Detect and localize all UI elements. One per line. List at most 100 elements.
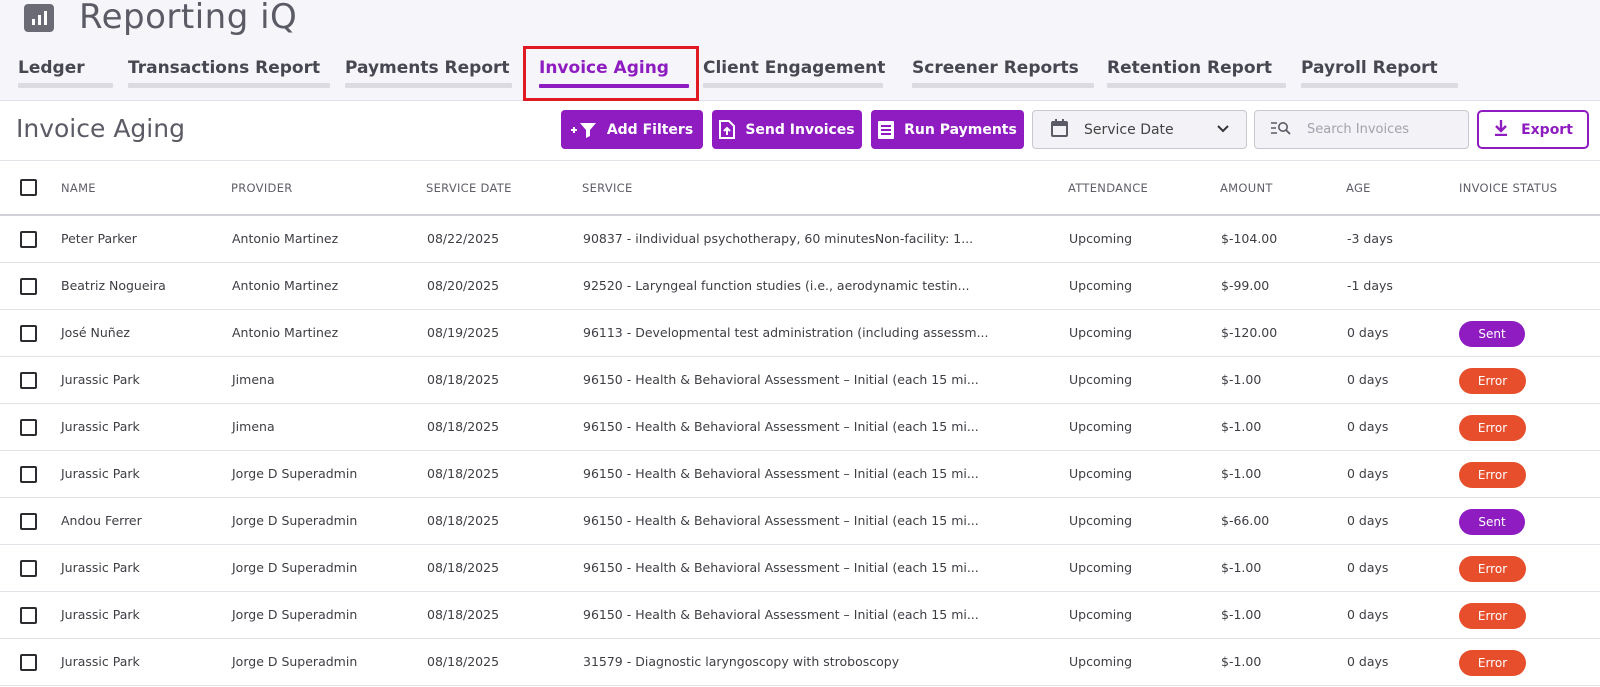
filter-icon: [570, 122, 597, 138]
add-filters-button[interactable]: Add Filters: [561, 110, 703, 149]
export-button[interactable]: Export: [1477, 110, 1589, 149]
column-header-amount[interactable]: AMOUNT: [1220, 181, 1273, 195]
run-payments-button[interactable]: Run Payments: [871, 110, 1024, 149]
file-upload-icon: [719, 120, 736, 139]
cell-name: José Nuñez: [61, 325, 130, 340]
row-checkbox[interactable]: [20, 513, 37, 530]
column-header-invoice-status[interactable]: INVOICE STATUS: [1459, 181, 1557, 195]
cell-service: 92520 - Laryngeal function studies (i.e.…: [583, 278, 970, 293]
app-title: Reporting iQ: [79, 0, 298, 37]
cell-age: 0 days: [1347, 513, 1389, 528]
row-checkbox[interactable]: [20, 560, 37, 577]
cell-service: 96150 - Health & Behavioral Assessment –…: [583, 560, 979, 575]
cell-name: Jurassic Park: [61, 607, 140, 622]
add-filters-label: Add Filters: [606, 121, 694, 138]
tab-label: Screener Reports: [912, 58, 1079, 78]
select-all-checkbox[interactable]: [20, 179, 37, 196]
tab-payments-report[interactable]: Payments Report: [345, 56, 512, 88]
cell-age: 0 days: [1347, 372, 1389, 387]
row-checkbox[interactable]: [20, 372, 37, 389]
status-badge: Error: [1459, 462, 1526, 488]
tab-underline: [912, 83, 1094, 88]
search-box[interactable]: [1254, 110, 1469, 149]
table-row[interactable]: Beatriz Nogueira Antonio Martinez 08/20/20…: [0, 263, 1600, 310]
column-header-attendance[interactable]: ATTENDANCE: [1068, 181, 1148, 195]
calendar-icon: [1051, 118, 1068, 141]
row-checkbox[interactable]: [20, 607, 37, 624]
cell-provider: Jimena: [232, 372, 275, 387]
cell-provider: Jorge D Superadmin: [232, 560, 358, 575]
tab-client-engagement[interactable]: Client Engagement: [703, 56, 886, 88]
tab-transactions-report[interactable]: Transactions Report: [128, 56, 330, 88]
cell-name: Jurassic Park: [61, 560, 140, 575]
cell-attendance: Upcoming: [1069, 278, 1133, 293]
row-checkbox[interactable]: [20, 231, 37, 248]
cell-service: 96150 - Health & Behavioral Assessment –…: [583, 372, 979, 387]
cell-attendance: Upcoming: [1069, 513, 1133, 528]
row-checkbox[interactable]: [20, 654, 37, 671]
search-input[interactable]: [1307, 122, 1457, 137]
cell-service-date: 08/18/2025: [427, 560, 500, 575]
cell-provider: Jorge D Superadmin: [232, 513, 358, 528]
cell-service-date: 08/18/2025: [427, 466, 500, 481]
cell-provider: Antonio Martinez: [232, 231, 339, 246]
cell-amount: $-99.00: [1221, 278, 1270, 293]
tab-label: Ledger: [18, 58, 85, 78]
send-invoices-button[interactable]: Send Invoices: [712, 110, 862, 149]
cell-name: Jurassic Park: [61, 654, 140, 669]
table-row[interactable]: Jurassic Park Jimena 08/18/2025 96150 - Hea…: [0, 404, 1600, 451]
cell-service: 31579 - Diagnostic laryngoscopy with str…: [583, 654, 900, 669]
app-header: Reporting iQ Ledger Transactions Report …: [0, 0, 1600, 101]
tab-label: Payments Report: [345, 58, 510, 78]
cell-service-date: 08/19/2025: [427, 325, 500, 340]
table-row[interactable]: Andou Ferrer Jorge D Superadmin 08/18/2025…: [0, 498, 1600, 545]
document-list-icon: [878, 120, 895, 139]
cell-service-date: 08/18/2025: [427, 513, 500, 528]
table-row[interactable]: Jurassic Park Jimena 08/18/2025 96150 - Hea…: [0, 357, 1600, 404]
chevron-down-icon: [1216, 122, 1230, 140]
status-badge: Error: [1459, 556, 1526, 582]
column-header-service[interactable]: SERVICE: [582, 181, 633, 195]
tab-underline: [345, 83, 512, 88]
cell-service: 96113 - Developmental test administratio…: [583, 325, 989, 340]
service-date-value: Service Date: [1084, 121, 1174, 138]
tab-underline: [18, 83, 113, 88]
tab-ledger[interactable]: Ledger: [18, 56, 113, 88]
cell-service-date: 08/18/2025: [427, 419, 500, 434]
row-checkbox[interactable]: [20, 325, 37, 342]
tab-screener-reports[interactable]: Screener Reports: [912, 56, 1094, 88]
column-header-name[interactable]: NAME: [61, 181, 96, 195]
row-checkbox[interactable]: [20, 419, 37, 436]
cell-provider: Jorge D Superadmin: [232, 654, 358, 669]
cell-service: 96150 - Health & Behavioral Assessment –…: [583, 466, 979, 481]
column-header-age[interactable]: AGE: [1346, 181, 1371, 195]
cell-attendance: Upcoming: [1069, 560, 1133, 575]
table-row[interactable]: Jurassic Park Jorge D Superadmin 08/18/202…: [0, 451, 1600, 498]
cell-attendance: Upcoming: [1069, 654, 1133, 669]
column-header-provider[interactable]: PROVIDER: [231, 181, 293, 195]
tab-underline: [1107, 83, 1286, 88]
row-checkbox[interactable]: [20, 278, 37, 295]
service-date-select[interactable]: Service Date: [1032, 110, 1247, 149]
cell-service: 90837 - iIndividual psychotherapy, 60 mi…: [583, 231, 974, 246]
cell-service: 96150 - Health & Behavioral Assessment –…: [583, 513, 979, 528]
tab-underline: [1301, 83, 1458, 88]
column-header-service-date[interactable]: SERVICE DATE: [426, 181, 512, 195]
page-title: Invoice Aging: [16, 114, 185, 143]
tab-retention-report[interactable]: Retention Report: [1107, 56, 1286, 88]
tab-payroll-report[interactable]: Payroll Report: [1301, 56, 1458, 88]
cell-attendance: Upcoming: [1069, 607, 1133, 622]
tab-label: Client Engagement: [703, 58, 886, 78]
table-row[interactable]: José Nuñez Antonio Martinez 08/19/2025 9611…: [0, 310, 1600, 357]
tab-underline: [128, 83, 330, 88]
table-row[interactable]: Jurassic Park Jorge D Superadmin 08/18/202…: [0, 639, 1600, 686]
row-checkbox[interactable]: [20, 466, 37, 483]
table-row[interactable]: Jurassic Park Jorge D Superadmin 08/18/202…: [0, 545, 1600, 592]
cell-attendance: Upcoming: [1069, 466, 1133, 481]
table-row[interactable]: Jurassic Park Jorge D Superadmin 08/18/202…: [0, 592, 1600, 639]
cell-provider: Jimena: [232, 419, 275, 434]
tab-label: Transactions Report: [128, 58, 321, 78]
cell-attendance: Upcoming: [1069, 372, 1133, 387]
table-row[interactable]: Peter Parker Antonio Martinez 08/22/2025 90…: [0, 216, 1600, 263]
cell-service-date: 08/18/2025: [427, 654, 500, 669]
